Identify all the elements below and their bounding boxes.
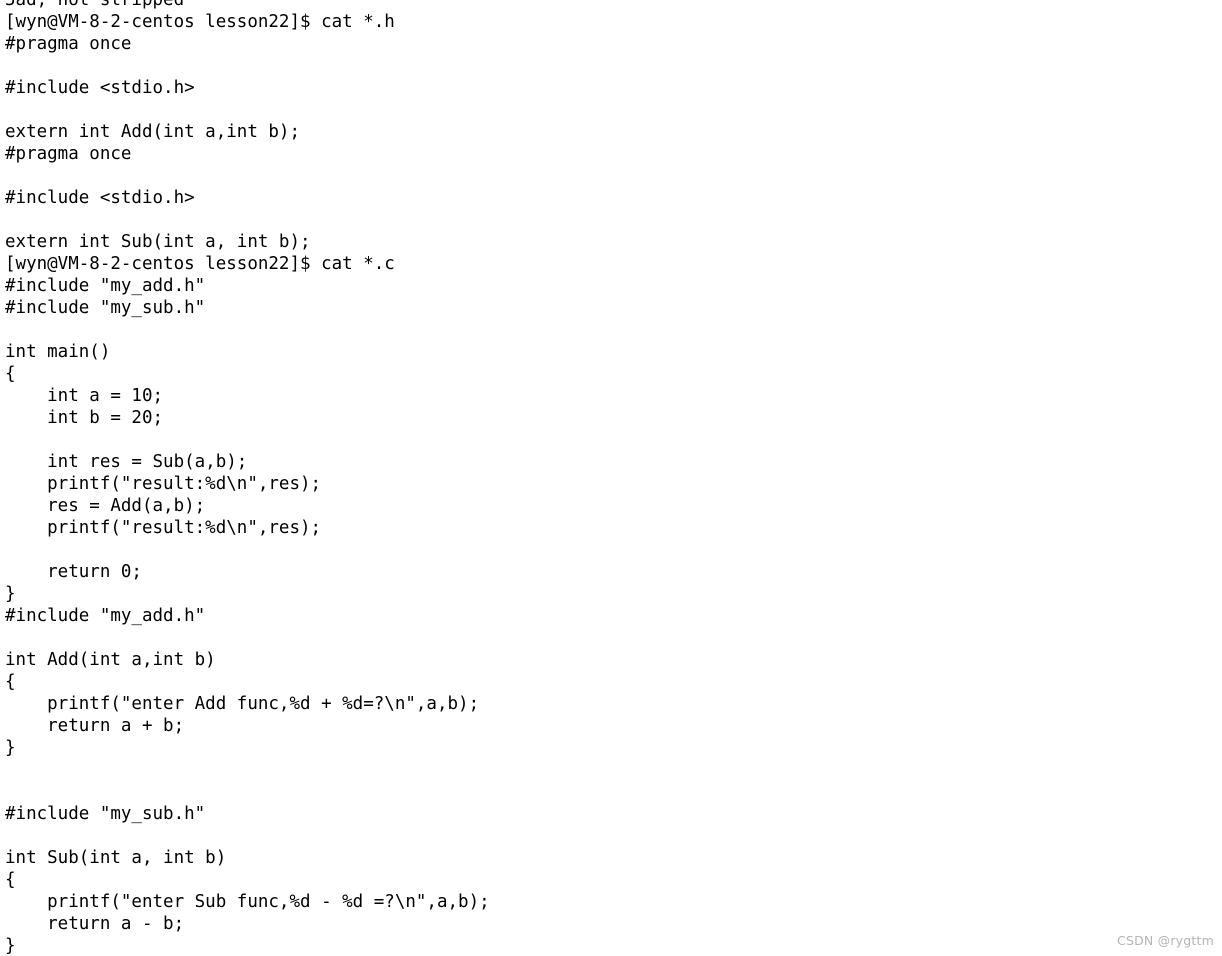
terminal-output-line: { [5,672,16,692]
terminal-output-line: int a = 10; [5,386,164,406]
terminal-output-line: extern int Add(int a,int b); [5,122,301,142]
terminal-output-line: } [5,738,16,758]
terminal-output-line: printf("result:%d\n",res); [5,518,322,538]
terminal-output-line: printf("enter Add func,%d + %d=?\n",a,b)… [5,694,480,714]
terminal-output-line: #include "my_sub.h" [5,804,206,824]
terminal-output-line: int res = Sub(a,b); [5,452,248,472]
csdn-watermark: CSDN @rygttm [1117,933,1214,948]
terminal-output-line: { [5,870,16,890]
terminal-output-line: int Add(int a,int b) [5,650,216,670]
terminal-output-line: res = Add(a,b); [5,496,206,516]
terminal-output-line: int main() [5,342,111,362]
terminal-output-line: #include "my_add.h" [5,276,206,296]
terminal-output-line: #include <stdio.h> [5,78,195,98]
terminal-output-line: return a - b; [5,914,185,934]
terminal-prompt-line: [wyn@VM-8-2-centos lesson22]$ cat *.h [5,12,395,32]
terminal-output-line: printf("result:%d\n",res); [5,474,322,494]
terminal-output-line: #pragma once [5,34,132,54]
terminal-output-line: return 0; [5,562,142,582]
terminal-output-line: 5ad, not stripped [5,0,185,10]
terminal-output-line: #include <stdio.h> [5,188,195,208]
terminal-output-line: { [5,364,16,384]
terminal-output-line: } [5,584,16,604]
terminal-output-line: } [5,936,16,956]
terminal-output-line: int b = 20; [5,408,164,428]
terminal-prompt-line: [wyn@VM-8-2-centos lesson22]$ cat *.c [5,254,395,274]
terminal-output-line: #include "my_add.h" [5,606,206,626]
terminal-output-buffer[interactable]: 5ad, not stripped [wyn@VM-8-2-centos less… [5,0,1222,956]
terminal-window[interactable]: 5ad, not stripped [wyn@VM-8-2-centos less… [0,0,1222,956]
terminal-output-line: int Sub(int a, int b) [5,848,227,868]
terminal-output-line: #pragma once [5,144,132,164]
terminal-output-line: extern int Sub(int a, int b); [5,232,311,252]
terminal-output-line: return a + b; [5,716,185,736]
terminal-output-line: #include "my_sub.h" [5,298,206,318]
terminal-output-line: printf("enter Sub func,%d - %d =?\n",a,b… [5,892,490,912]
